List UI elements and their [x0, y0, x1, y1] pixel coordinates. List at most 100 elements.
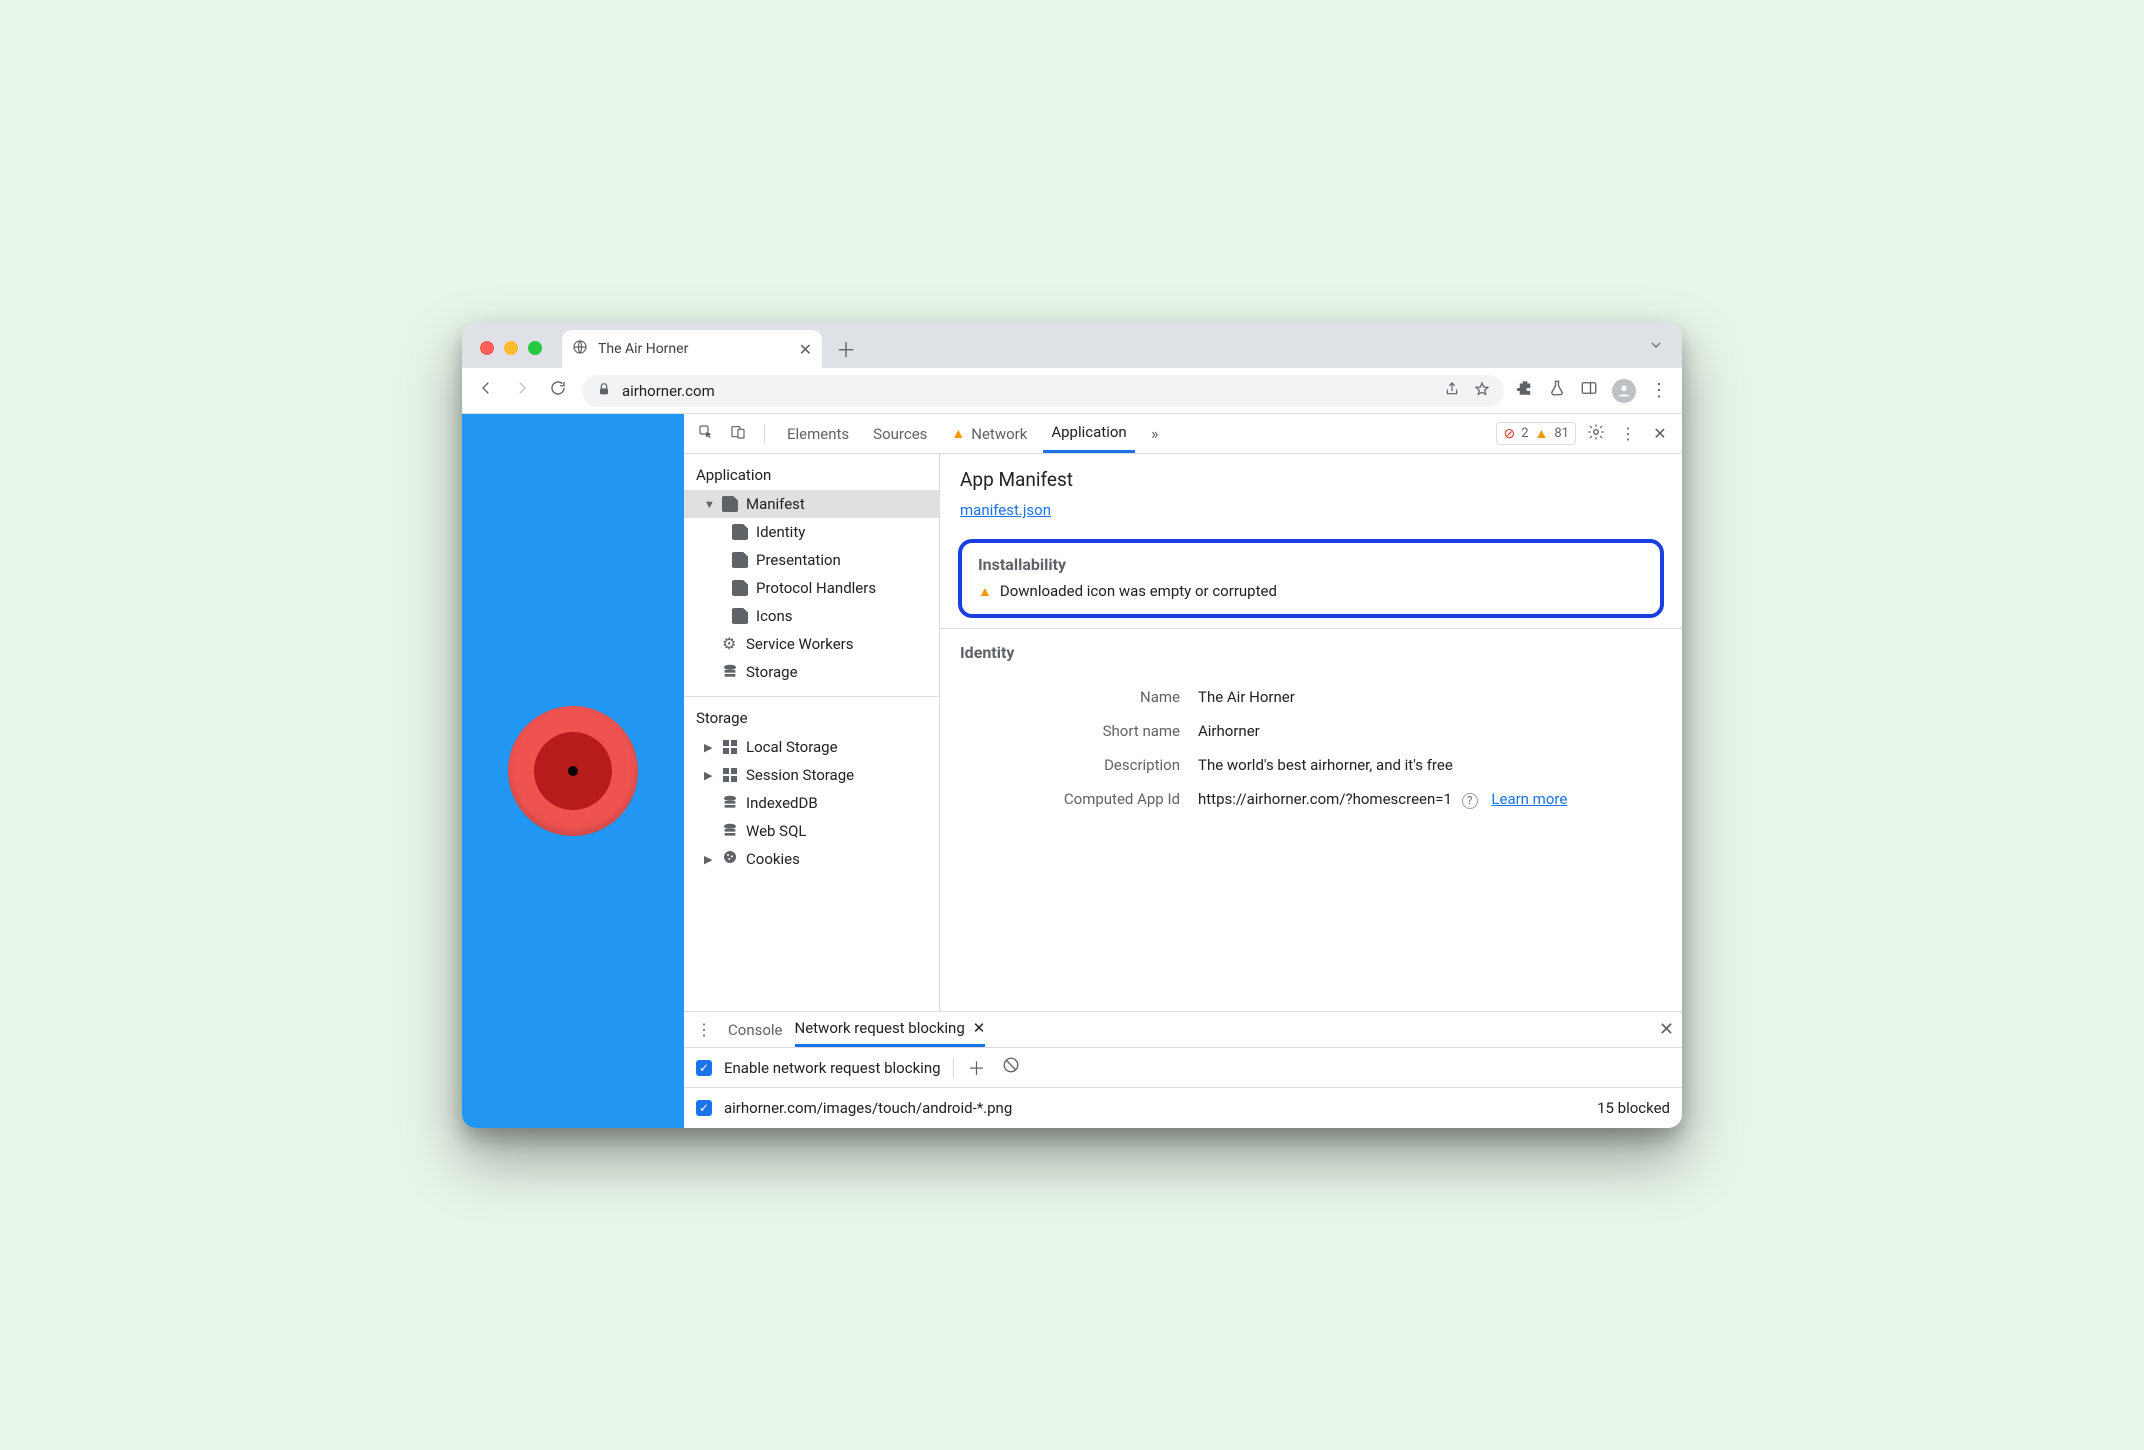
globe-icon: [572, 339, 588, 359]
sidebar-item-cookies[interactable]: ▶ Cookies: [684, 845, 939, 873]
file-icon: [722, 496, 738, 512]
sidebar-item-icons[interactable]: Icons: [684, 602, 939, 630]
sidebar-item-label: Manifest: [746, 495, 805, 513]
tab-network-label: Network: [971, 425, 1027, 443]
close-drawer-icon[interactable]: ✕: [1659, 1019, 1674, 1040]
installability-card: Installability ▲ Downloaded icon was emp…: [958, 539, 1664, 618]
lock-icon: [596, 381, 612, 401]
page-viewport: [462, 414, 684, 1128]
blocking-pattern-row[interactable]: ✓ airhorner.com/images/touch/android-*.p…: [684, 1088, 1682, 1128]
pattern-checkbox[interactable]: ✓: [696, 1100, 712, 1116]
airhorn-button[interactable]: [508, 706, 638, 836]
manifest-link[interactable]: manifest.json: [960, 501, 1051, 519]
sidebar-item-presentation[interactable]: Presentation: [684, 546, 939, 574]
new-tab-button[interactable]: ＋: [830, 334, 862, 363]
sidebar-item-indexeddb[interactable]: IndexedDB: [684, 789, 939, 817]
sidebar-item-label: Identity: [756, 523, 805, 541]
inspect-element-icon[interactable]: [694, 424, 718, 444]
tab-network[interactable]: ▲ Network: [943, 414, 1035, 453]
drawer-menu-icon[interactable]: ⋮: [692, 1020, 716, 1039]
share-icon[interactable]: [1444, 381, 1460, 401]
close-devtools-icon[interactable]: ✕: [1648, 424, 1672, 443]
sidebar-item-local-storage[interactable]: ▶ Local Storage: [684, 733, 939, 761]
sidebar-item-manifest[interactable]: ▼ Manifest: [684, 490, 939, 518]
grid-icon: [722, 767, 738, 783]
drawer-tab-network-blocking[interactable]: Network request blocking ✕: [795, 1012, 986, 1047]
add-pattern-icon[interactable]: ＋: [966, 1055, 988, 1081]
browser-window: The Air Horner ✕ ＋ airhorner.com: [462, 322, 1682, 1128]
pattern-text: airhorner.com/images/touch/android-*.png: [724, 1099, 1012, 1117]
profile-avatar[interactable]: [1612, 379, 1636, 403]
file-icon: [732, 524, 748, 540]
star-icon[interactable]: [1474, 381, 1490, 401]
sidebar-item-protocol-handlers[interactable]: Protocol Handlers: [684, 574, 939, 602]
fullscreen-window-button[interactable]: [528, 341, 542, 355]
sidebar-item-storage-summary[interactable]: Storage: [684, 658, 939, 686]
sidebar-item-label: Icons: [756, 607, 793, 625]
tab-application[interactable]: Application: [1043, 414, 1134, 453]
enable-blocking-label: Enable network request blocking: [724, 1059, 941, 1077]
sidebar-item-label: Storage: [746, 663, 798, 681]
forward-button[interactable]: [510, 379, 534, 402]
sidebar-item-identity[interactable]: Identity: [684, 518, 939, 546]
appid-label: Computed App Id: [960, 790, 1180, 808]
pane-title: App Manifest: [940, 468, 1682, 501]
blocked-count: 15 blocked: [1597, 1099, 1670, 1117]
error-icon: ⊘: [1503, 426, 1515, 442]
tab-sources[interactable]: Sources: [865, 414, 935, 453]
database-icon: [722, 664, 738, 680]
back-button[interactable]: [474, 379, 498, 402]
labs-icon[interactable]: [1548, 379, 1566, 402]
window-controls: [480, 341, 542, 355]
database-icon: [722, 795, 738, 811]
description-value: The world's best airhorner, and it's fre…: [1198, 756, 1453, 774]
drawer-tab-label: Network request blocking: [795, 1019, 965, 1037]
warning-icon: ▲: [1535, 425, 1549, 442]
close-window-button[interactable]: [480, 341, 494, 355]
installability-message: Downloaded icon was empty or corrupted: [1000, 582, 1277, 600]
file-icon: [732, 580, 748, 596]
side-panel-icon[interactable]: [1580, 379, 1598, 402]
gear-icon[interactable]: [1584, 423, 1608, 445]
name-label: Name: [960, 688, 1180, 706]
caret-right-icon: ▶: [704, 853, 714, 866]
omnibox[interactable]: airhorner.com: [582, 375, 1504, 407]
sidebar-item-label: Cookies: [746, 850, 800, 868]
minimize-window-button[interactable]: [504, 341, 518, 355]
close-tab-icon[interactable]: ✕: [799, 340, 812, 359]
device-toolbar-icon[interactable]: [726, 424, 750, 444]
kebab-menu-icon[interactable]: ⋮: [1616, 424, 1640, 443]
tab-elements[interactable]: Elements: [779, 414, 857, 453]
enable-blocking-checkbox[interactable]: ✓: [696, 1060, 712, 1076]
sidebar-item-session-storage[interactable]: ▶ Session Storage: [684, 761, 939, 789]
browser-tab[interactable]: The Air Horner ✕: [562, 330, 822, 368]
description-label: Description: [960, 756, 1180, 774]
warning-icon: ▲: [951, 425, 965, 442]
manifest-pane: App Manifest manifest.json Installabilit…: [940, 454, 1682, 1011]
caret-right-icon: ▶: [704, 769, 714, 782]
tabs-dropdown-button[interactable]: [1648, 337, 1664, 358]
appid-value: https://airhorner.com/?homescreen=1: [1198, 790, 1452, 808]
extensions-icon[interactable]: [1516, 379, 1534, 402]
application-sidebar[interactable]: Application ▼ Manifest Identity Pr: [684, 454, 940, 1011]
clear-patterns-icon[interactable]: [1000, 1056, 1022, 1079]
devtools-tabbar: Elements Sources ▲ Network Application »…: [684, 414, 1682, 454]
identity-heading: Identity: [960, 643, 1662, 662]
reload-button[interactable]: [546, 379, 570, 402]
drawer-tab-console[interactable]: Console: [728, 1012, 783, 1047]
issue-counters[interactable]: ⊘ 2 ▲ 81: [1496, 422, 1576, 445]
sidebar-item-websql[interactable]: Web SQL: [684, 817, 939, 845]
tab-strip: The Air Horner ✕ ＋: [462, 322, 1682, 368]
more-tabs-icon[interactable]: »: [1143, 424, 1167, 443]
database-icon: [722, 823, 738, 839]
file-icon: [732, 608, 748, 624]
learn-more-link[interactable]: Learn more: [1491, 790, 1567, 808]
help-icon[interactable]: ?: [1462, 793, 1478, 809]
close-tab-icon[interactable]: ✕: [973, 1019, 986, 1037]
chrome-menu-icon[interactable]: ⋮: [1650, 380, 1670, 401]
caret-down-icon: ▼: [704, 498, 714, 511]
sidebar-item-label: Session Storage: [746, 766, 854, 784]
sidebar-item-service-workers[interactable]: ⚙ Service Workers: [684, 630, 939, 658]
browser-toolbar: airhorner.com ⋮: [462, 368, 1682, 414]
shortname-label: Short name: [960, 722, 1180, 740]
